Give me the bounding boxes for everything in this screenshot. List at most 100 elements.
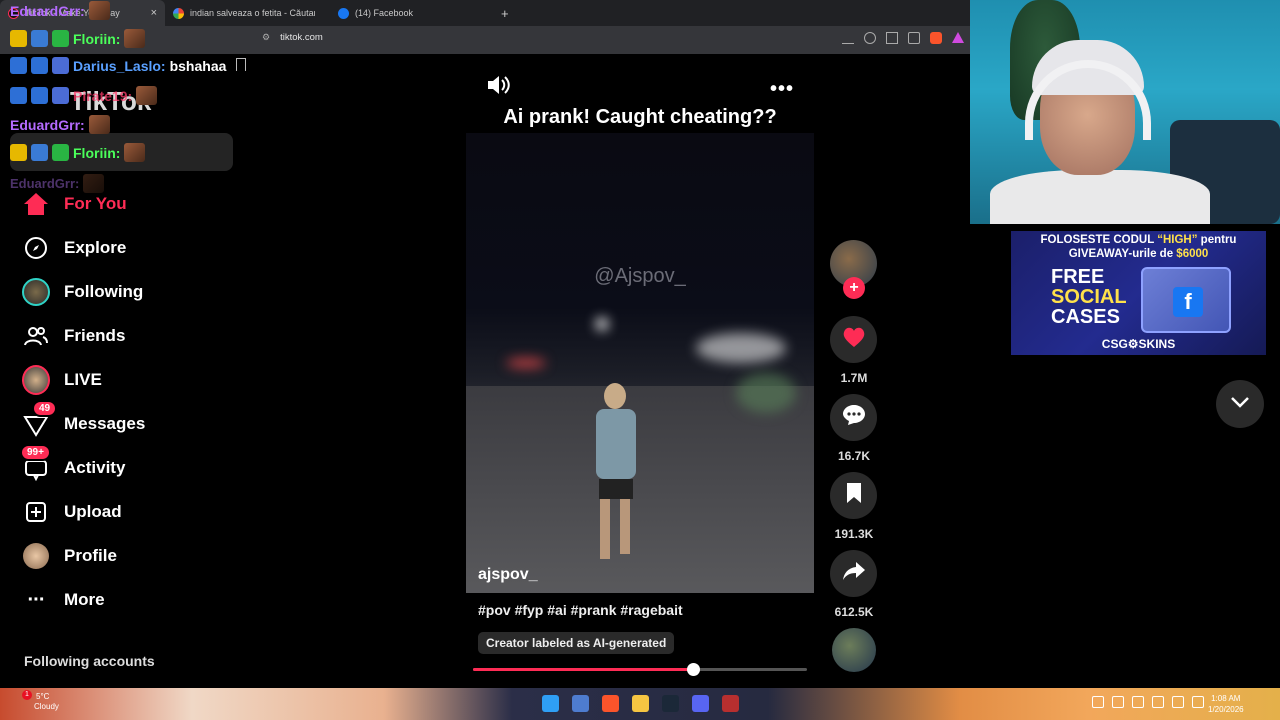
clock-time: 1:08 AM xyxy=(1211,694,1241,703)
weather-widget[interactable]: 1 5°C Cloudy xyxy=(22,690,59,712)
new-tab-button[interactable]: + xyxy=(501,6,509,21)
ad-cases: CASES xyxy=(1051,306,1120,328)
progress-handle[interactable] xyxy=(687,663,701,676)
battery-icon[interactable] xyxy=(1132,696,1144,708)
tab-google-search[interactable]: indian salveaza o fetita - Căutare Googl… xyxy=(165,0,330,26)
sidebar-item-upload[interactable]: Upload xyxy=(22,497,122,527)
reader-mode-icon[interactable] xyxy=(842,32,854,44)
emote-icon xyxy=(88,1,110,20)
google-favicon-icon xyxy=(173,7,184,19)
messages-icon: 49 xyxy=(22,400,58,438)
home-icon xyxy=(22,190,50,218)
like-button[interactable] xyxy=(830,316,877,363)
chat-message: Floriin: xyxy=(10,143,146,162)
sidebar-item-label: Upload xyxy=(64,502,122,521)
chat-username: EduardGrr: xyxy=(10,2,85,19)
chat-message: Pirate19: xyxy=(10,86,158,105)
save-button[interactable] xyxy=(830,472,877,519)
video-player[interactable]: @Ajspov_ xyxy=(466,133,814,593)
gg-badge-icon xyxy=(31,57,48,74)
video-hashtags[interactable]: #pov #fyp #ai #prank #ragebait xyxy=(478,602,683,618)
close-tab-icon[interactable]: × xyxy=(151,7,157,19)
sound-avatar[interactable] xyxy=(832,628,876,672)
profile-avatar-icon xyxy=(22,542,50,570)
browser-tab-bar: TikTok - Make Your Day × indian salveaza… xyxy=(0,0,970,26)
more-options-icon[interactable]: ••• xyxy=(770,78,794,101)
tab-title: (14) Facebook xyxy=(355,8,414,18)
ad-text: pentru xyxy=(1197,234,1237,246)
emote-icon xyxy=(124,143,146,162)
tray-expand-icon[interactable] xyxy=(1092,696,1104,708)
sidebar-item-profile[interactable]: Profile xyxy=(22,541,117,571)
next-video-button[interactable] xyxy=(1216,380,1264,428)
display-icon[interactable] xyxy=(1172,696,1184,708)
following-avatar-icon xyxy=(22,278,50,306)
robot-badge-icon xyxy=(31,30,48,47)
more-dots-icon: ··· xyxy=(27,588,46,611)
emote-icon xyxy=(88,115,110,134)
activity-icon: 99+ xyxy=(20,444,51,482)
windows-taskbar: 1 5°C Cloudy 1:08 AM 1/20/2026 xyxy=(0,688,1280,720)
crown-badge-icon xyxy=(10,144,27,161)
sidebar-item-for-you[interactable]: For You xyxy=(22,189,127,219)
taskbar-apps xyxy=(542,695,739,712)
sidebar-item-more[interactable]: ··· More xyxy=(22,585,105,615)
sidebar-item-label: More xyxy=(64,590,105,609)
video-title: Ai prank! Caught cheating?? xyxy=(503,106,777,128)
creator-username[interactable]: ajspov_ xyxy=(478,566,538,584)
sidebar-item-explore[interactable]: Explore xyxy=(22,233,126,263)
friends-icon xyxy=(22,322,50,350)
sidebar-item-label: Profile xyxy=(64,546,117,565)
upload-icon xyxy=(22,498,50,526)
discord-icon[interactable] xyxy=(692,695,709,712)
robot-badge-icon xyxy=(52,87,69,104)
tab-facebook[interactable]: (14) Facebook xyxy=(330,0,495,26)
messages-badge: 49 xyxy=(32,400,58,417)
chat-message: Floriin: xyxy=(10,29,146,48)
sidebar-item-label: Following xyxy=(64,282,144,301)
speaker-icon[interactable] xyxy=(1192,696,1204,708)
brave-shield-icon[interactable] xyxy=(930,32,942,44)
chat-message: EduardGrr: xyxy=(10,1,110,20)
chevron-down-icon xyxy=(1230,395,1250,413)
site-info-icon[interactable]: ⚙ xyxy=(262,32,270,43)
comment-count: 16.7K xyxy=(837,449,871,463)
comment-button[interactable] xyxy=(830,394,877,441)
ad-text: GIVEAWAY-urile de xyxy=(1068,248,1177,260)
follow-button[interactable]: + xyxy=(843,277,865,299)
video-progress-bar[interactable] xyxy=(473,663,807,676)
bookmark-icon xyxy=(845,482,863,509)
sidebar-item-messages[interactable]: 49 Messages xyxy=(22,400,145,439)
crown-badge-icon xyxy=(10,30,27,47)
zoom-icon[interactable] xyxy=(864,32,876,44)
taskbar-clock[interactable]: 1:08 AM 1/20/2026 xyxy=(1208,693,1244,715)
chat-text: bshahaa xyxy=(169,57,227,74)
sidebar-item-friends[interactable]: Friends xyxy=(22,321,125,351)
task-view-icon[interactable] xyxy=(572,695,589,712)
file-explorer-icon[interactable] xyxy=(632,695,649,712)
steam-icon[interactable] xyxy=(662,695,679,712)
brave-browser-icon[interactable] xyxy=(602,695,619,712)
pip-icon[interactable] xyxy=(886,32,898,44)
windows-start-icon[interactable] xyxy=(542,695,559,712)
sidebar-item-activity[interactable]: 99+ Activity xyxy=(20,444,125,483)
video-frame-light xyxy=(696,333,786,363)
share-arrow-icon xyxy=(842,561,866,586)
rewards-icon[interactable] xyxy=(952,32,964,43)
chat-username: EduardGrr: xyxy=(10,176,80,191)
ai-generated-label[interactable]: Creator labeled as AI-generated xyxy=(478,632,675,654)
like-count: 1.7M xyxy=(840,371,868,385)
security-app-icon[interactable] xyxy=(722,695,739,712)
following-accounts-heading: Following accounts xyxy=(24,653,155,669)
sidebar-item-following[interactable]: Following xyxy=(22,277,143,307)
activity-badge: 99+ xyxy=(20,444,51,461)
network-sync-icon[interactable] xyxy=(1112,696,1124,708)
share-button[interactable] xyxy=(830,550,877,597)
share-icon[interactable] xyxy=(908,32,920,44)
sidebar-item-live[interactable]: LIVE xyxy=(22,365,102,395)
sidebar-item-label: LIVE xyxy=(64,370,102,389)
url-field[interactable]: ⚙ tiktok.com xyxy=(262,32,323,43)
microphone-icon[interactable] xyxy=(1152,696,1164,708)
volume-icon[interactable] xyxy=(486,74,510,101)
bookmark-icon[interactable] xyxy=(236,58,246,71)
